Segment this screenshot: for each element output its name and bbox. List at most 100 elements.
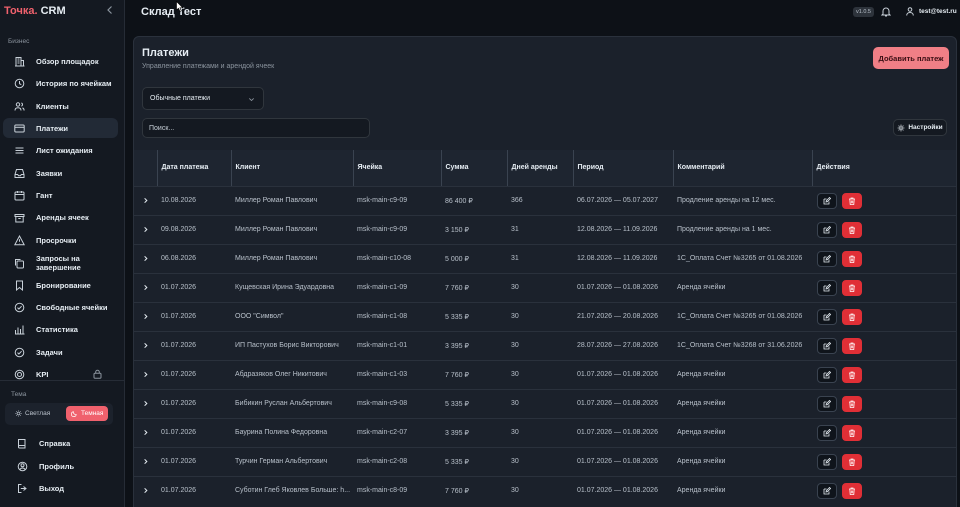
cell-days: 30 — [507, 446, 573, 476]
sidebar-item-gantt[interactable]: Гант — [3, 185, 118, 205]
chevron-right-icon[interactable] — [142, 371, 149, 378]
edit-button[interactable] — [817, 250, 837, 267]
delete-button[interactable] — [842, 221, 862, 238]
edit-button[interactable] — [817, 308, 837, 325]
cell-sum: 3 150 ₽ — [441, 214, 507, 244]
add-payment-button[interactable]: Добавить платеж — [873, 47, 949, 69]
table-row[interactable]: 01.07.2026 Суботин Глеб Яковлев Больше: h… — [134, 475, 956, 505]
chevron-right-icon[interactable] — [142, 226, 149, 233]
delete-button[interactable] — [842, 482, 862, 499]
table-row[interactable]: 10.08.2026 Миллер Роман Павлович msk-main-… — [134, 185, 956, 215]
sidebar-item-clients[interactable]: Клиенты — [3, 96, 118, 116]
column-header-days[interactable]: Дней аренды — [506, 150, 573, 187]
table-row[interactable]: 01.07.2026 Бибикин Руслан Альбертович msk-… — [134, 388, 956, 418]
expand-row-cell[interactable] — [134, 243, 157, 273]
sidebar-item-free-cells[interactable]: Свободные ячейки — [3, 297, 118, 317]
sidebar-item-help[interactable]: Справка — [6, 433, 121, 453]
settings-button[interactable]: Настройки — [893, 119, 947, 136]
cell-sum: 86 400 ₽ — [441, 185, 507, 215]
sidebar-item-kpi[interactable]: KPI — [3, 364, 118, 384]
table-row[interactable]: 01.07.2026 ООО "Символ" msk-main-c1-08 5 33… — [134, 301, 956, 331]
table-row[interactable]: 01.07.2026 Абдразяков Олег Никитович msk-m… — [134, 359, 956, 389]
cell-storage-cell: msk-main-c9-08 — [353, 388, 441, 418]
edit-button[interactable] — [817, 453, 837, 470]
theme-light-option[interactable]: Светлая — [10, 406, 55, 421]
expand-row-cell[interactable] — [134, 214, 157, 244]
chevron-right-icon[interactable] — [142, 458, 149, 465]
chevron-right-icon[interactable] — [142, 255, 149, 262]
sidebar-item-overview[interactable]: Обзор площадок — [3, 51, 118, 71]
chevron-right-icon[interactable] — [142, 429, 149, 436]
sidebar-item-payments[interactable]: Платежи — [3, 118, 118, 138]
table-row[interactable]: 06.08.2026 Миллер Роман Павлович msk-main-… — [134, 243, 956, 273]
edit-button[interactable] — [817, 192, 837, 209]
calendar-icon — [14, 190, 25, 200]
sidebar-item-requests[interactable]: Заявки — [3, 163, 118, 183]
table-row[interactable]: 09.08.2026 Миллер Роман Павлович msk-main-… — [134, 214, 956, 244]
edit-button[interactable] — [817, 424, 837, 441]
delete-button[interactable] — [842, 250, 862, 267]
search-input[interactable] — [142, 118, 370, 138]
chevron-right-icon[interactable] — [142, 284, 149, 291]
app-logo[interactable]: Точка. CRM — [4, 5, 66, 17]
column-header-client[interactable]: Клиент — [230, 150, 353, 187]
table-row[interactable]: 01.07.2026 Кущевская Ирина Эдуардовна msk-… — [134, 272, 956, 302]
sidebar-item-waitlist[interactable]: Лист ожидания — [3, 140, 118, 160]
expand-row-cell[interactable] — [134, 417, 157, 447]
table-row[interactable]: 01.07.2026 Турчин Герман Альбертович msk-m… — [134, 446, 956, 476]
delete-button[interactable] — [842, 424, 862, 441]
edit-button[interactable] — [817, 337, 837, 354]
sidebar-item-booking[interactable]: Бронирование — [3, 275, 118, 295]
delete-button[interactable] — [842, 192, 862, 209]
sidebar-item-rentals[interactable]: Аренды ячеек — [3, 207, 118, 227]
user-icon[interactable] — [906, 7, 914, 16]
chevron-right-icon[interactable] — [142, 487, 149, 494]
cell-actions — [812, 417, 956, 447]
expand-row-cell[interactable] — [134, 330, 157, 360]
chevron-right-icon[interactable] — [142, 197, 149, 204]
edit-button[interactable] — [817, 366, 837, 383]
sidebar-item-profile[interactable]: Профиль — [6, 456, 121, 476]
expand-row-cell[interactable] — [134, 301, 157, 331]
column-header-comment[interactable]: Комментарий — [672, 150, 812, 187]
bell-icon[interactable] — [881, 6, 891, 17]
user-email[interactable]: test@test.ru — [919, 8, 957, 15]
column-header-period[interactable]: Период — [572, 150, 673, 187]
delete-button[interactable] — [842, 337, 862, 354]
sidebar-item-statistics[interactable]: Статистика — [3, 319, 118, 339]
expand-row-cell[interactable] — [134, 185, 157, 215]
delete-button[interactable] — [842, 308, 862, 325]
expand-row-cell[interactable] — [134, 388, 157, 418]
cell-sum: 5 335 ₽ — [441, 446, 507, 476]
table-row[interactable]: 01.07.2026 ИП Пастухов Борис Викторович ms… — [134, 330, 956, 360]
payment-type-select[interactable]: Обычные платежи — [142, 87, 264, 110]
sidebar-item-overdue[interactable]: Просрочки — [3, 230, 118, 250]
delete-button[interactable] — [842, 366, 862, 383]
delete-button[interactable] — [842, 279, 862, 296]
expand-row-cell[interactable] — [134, 272, 157, 302]
expand-row-cell[interactable] — [134, 475, 157, 505]
chevron-right-icon[interactable] — [142, 400, 149, 407]
cell-period: 01.07.2026 — 01.08.2026 — [573, 359, 673, 389]
chevron-right-icon[interactable] — [142, 313, 149, 320]
table-row[interactable]: 01.07.2026 Баурина Полина Федоровна msk-ma… — [134, 417, 956, 447]
expand-row-cell[interactable] — [134, 446, 157, 476]
sidebar-item-history[interactable]: История по ячейкам — [3, 73, 118, 93]
column-header-date[interactable]: Дата платежа — [156, 150, 231, 187]
delete-button[interactable] — [842, 395, 862, 412]
warning-icon — [14, 234, 25, 245]
chevron-left-icon[interactable] — [104, 4, 116, 16]
edit-button[interactable] — [817, 395, 837, 412]
column-header-cell[interactable]: Ячейка — [352, 150, 441, 187]
theme-dark-option[interactable]: Темная — [66, 406, 109, 421]
column-header-sum[interactable]: Сумма — [440, 150, 507, 187]
delete-button[interactable] — [842, 453, 862, 470]
sidebar-item-tasks[interactable]: Задачи — [3, 342, 118, 362]
sidebar-item-logout[interactable]: Выход — [6, 478, 121, 498]
chevron-right-icon[interactable] — [142, 342, 149, 349]
sidebar-item-completion-requests[interactable]: Запросы на завершение — [3, 253, 118, 273]
edit-button[interactable] — [817, 221, 837, 238]
expand-row-cell[interactable] — [134, 359, 157, 389]
edit-button[interactable] — [817, 482, 837, 499]
edit-button[interactable] — [817, 279, 837, 296]
